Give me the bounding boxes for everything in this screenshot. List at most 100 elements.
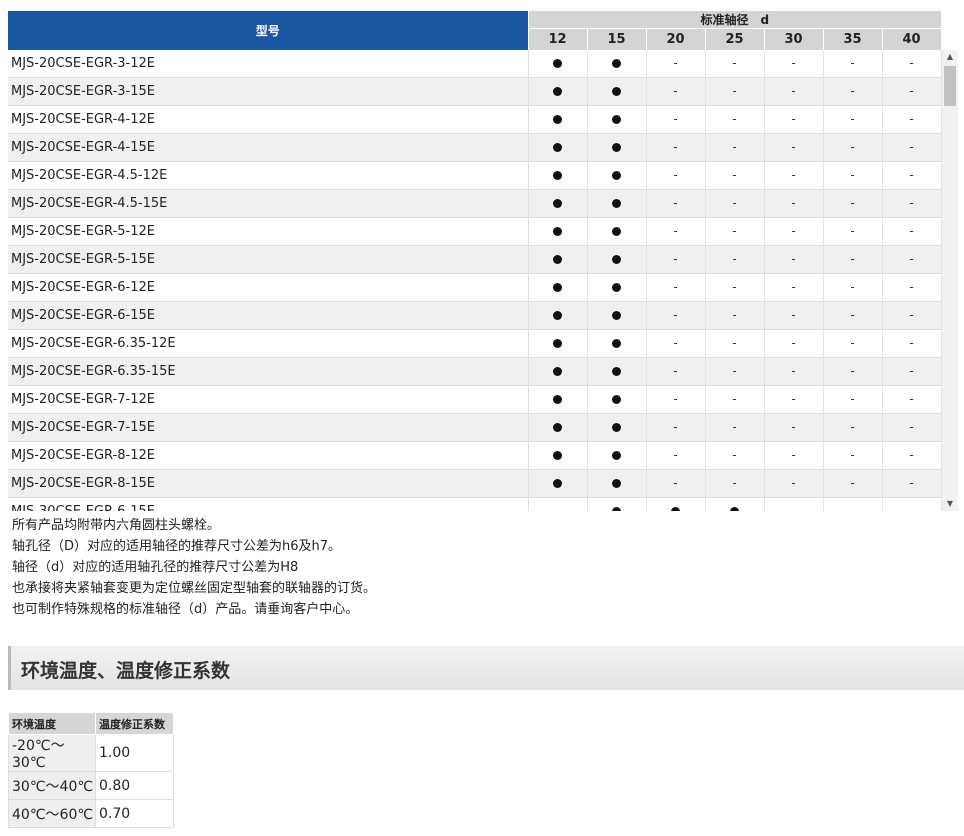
availability-cell: - bbox=[705, 301, 765, 330]
availability-cell bbox=[528, 77, 588, 106]
model-cell: MJS-20CSE-EGR-7-12E bbox=[8, 385, 529, 414]
availability-cell: - bbox=[764, 77, 824, 106]
unavailable-dash: - bbox=[732, 392, 737, 406]
availability-cell: - bbox=[705, 385, 765, 414]
table-row: MJS-30CSE-EGR-6-15E bbox=[8, 497, 942, 511]
available-dot-icon bbox=[553, 451, 562, 460]
unavailable-dash: - bbox=[850, 420, 855, 434]
unavailable-dash: - bbox=[791, 364, 796, 378]
model-cell: MJS-20CSE-EGR-5-12E bbox=[8, 217, 529, 246]
model-cell: MJS-20CSE-EGR-7-15E bbox=[8, 413, 529, 442]
available-dot-icon bbox=[612, 367, 621, 376]
availability-cell: - bbox=[823, 245, 883, 274]
unavailable-dash: - bbox=[791, 55, 796, 70]
availability-cell bbox=[528, 49, 588, 78]
unavailable-dash: - bbox=[791, 420, 796, 434]
availability-cell: - bbox=[823, 329, 883, 358]
model-cell: MJS-20CSE-EGR-8-12E bbox=[8, 441, 529, 470]
availability-cell bbox=[587, 105, 647, 134]
model-cell: MJS-30CSE-EGR-6-15E bbox=[8, 497, 529, 511]
availability-cell: - bbox=[823, 189, 883, 218]
vertical-scrollbar[interactable]: ▲ ▼ bbox=[942, 50, 958, 511]
table-row: MJS-20CSE-EGR-4.5-15E - - - - - bbox=[8, 189, 942, 218]
unavailable-dash: - bbox=[850, 84, 855, 98]
unavailable-dash: - bbox=[850, 336, 855, 350]
availability-cell bbox=[528, 273, 588, 302]
temperature-table: 环境温度 温度修正系数 -20℃～30℃ 1.00 30℃～40℃ 0.80 4… bbox=[8, 712, 174, 828]
availability-cell bbox=[528, 301, 588, 330]
model-cell: MJS-20CSE-EGR-4.5-12E bbox=[8, 161, 529, 190]
table-row: MJS-20CSE-EGR-8-15E - - - - - bbox=[8, 469, 942, 498]
scroll-up-arrow-icon[interactable]: ▲ bbox=[942, 50, 958, 64]
availability-cell: - bbox=[646, 105, 706, 134]
model-header: 型号 bbox=[8, 11, 529, 50]
availability-cell bbox=[528, 245, 588, 274]
availability-cell: - bbox=[764, 273, 824, 302]
available-dot-icon bbox=[553, 367, 562, 376]
availability-cell: - bbox=[646, 329, 706, 358]
unavailable-dash: - bbox=[791, 308, 796, 322]
availability-cell: - bbox=[646, 133, 706, 162]
availability-cell: - bbox=[705, 469, 765, 498]
availability-cell bbox=[528, 469, 588, 498]
available-dot-icon bbox=[612, 479, 621, 488]
unavailable-dash: - bbox=[732, 476, 737, 490]
scroll-down-arrow-icon[interactable]: ▼ bbox=[942, 497, 958, 511]
available-dot-icon bbox=[612, 507, 621, 511]
size-header-cell: 40 bbox=[882, 28, 942, 50]
availability-cell: - bbox=[882, 357, 942, 386]
availability-cell: - bbox=[646, 161, 706, 190]
temp-header-ambient: 环境温度 bbox=[8, 712, 96, 735]
availability-cell bbox=[587, 217, 647, 246]
availability-cell: - bbox=[646, 357, 706, 386]
unavailable-dash: - bbox=[791, 168, 796, 182]
unavailable-dash: - bbox=[732, 196, 737, 210]
spec-table-scroll-area[interactable]: 型号 标准轴径 d 12 15 20 25 30 35 40 MJS-20CSE-EGR-3… bbox=[8, 11, 958, 511]
available-dot-icon bbox=[671, 507, 680, 511]
available-dot-icon bbox=[553, 339, 562, 348]
unavailable-dash: - bbox=[673, 168, 678, 182]
availability-cell: - bbox=[705, 329, 765, 358]
table-row: -20℃～30℃ 1.00 bbox=[8, 734, 174, 772]
availability-cell bbox=[528, 441, 588, 470]
availability-cell bbox=[528, 385, 588, 414]
model-cell: MJS-20CSE-EGR-3-15E bbox=[8, 77, 529, 106]
temp-factor: 1.00 bbox=[95, 734, 174, 772]
availability-cell: - bbox=[882, 273, 942, 302]
unavailable-dash: - bbox=[791, 392, 796, 406]
availability-cell: - bbox=[705, 273, 765, 302]
availability-cell bbox=[587, 329, 647, 358]
availability-cell bbox=[587, 245, 647, 274]
available-dot-icon bbox=[553, 227, 562, 236]
available-dot-icon bbox=[553, 311, 562, 320]
unavailable-dash: - bbox=[850, 140, 855, 154]
unavailable-dash: - bbox=[850, 364, 855, 378]
availability-cell: - bbox=[646, 49, 706, 78]
unavailable-dash: - bbox=[673, 84, 678, 98]
table-row: MJS-20CSE-EGR-6.35-12E - - - - - bbox=[8, 329, 942, 358]
available-dot-icon bbox=[612, 451, 621, 460]
availability-cell: - bbox=[705, 49, 765, 78]
table-row: 40℃～60℃ 0.70 bbox=[8, 799, 174, 828]
scroll-thumb[interactable] bbox=[944, 66, 956, 106]
table-row: MJS-20CSE-EGR-6-15E - - - - - bbox=[8, 301, 942, 330]
note-line: 也可制作特殊规格的标准轴径（d）产品。请垂询客户中心。 bbox=[12, 602, 359, 617]
unavailable-dash: - bbox=[791, 448, 796, 462]
unavailable-dash: - bbox=[673, 224, 678, 238]
availability-cell: - bbox=[823, 385, 883, 414]
available-dot-icon bbox=[612, 395, 621, 404]
unavailable-dash: - bbox=[850, 224, 855, 238]
unavailable-dash: - bbox=[909, 392, 914, 406]
available-dot-icon bbox=[553, 395, 562, 404]
unavailable-dash: - bbox=[850, 55, 855, 70]
unavailable-dash: - bbox=[673, 448, 678, 462]
available-dot-icon bbox=[612, 423, 621, 432]
availability-cell bbox=[587, 49, 647, 78]
available-dot-icon bbox=[553, 143, 562, 152]
availability-cell: - bbox=[764, 329, 824, 358]
availability-cell: - bbox=[882, 189, 942, 218]
unavailable-dash: - bbox=[909, 112, 914, 126]
availability-cell: - bbox=[705, 105, 765, 134]
available-dot-icon bbox=[612, 58, 621, 68]
unavailable-dash: - bbox=[850, 168, 855, 182]
